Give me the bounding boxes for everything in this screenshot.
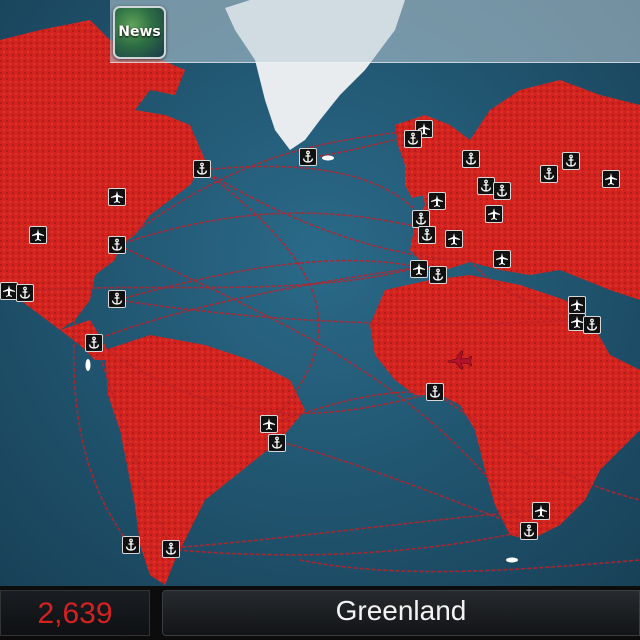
port-anchor-icon[interactable] (426, 383, 444, 401)
world-map[interactable] (0, 0, 640, 640)
country-panel[interactable]: Greenland (162, 590, 640, 636)
airport-icon[interactable] (445, 230, 463, 248)
port-anchor-icon[interactable] (562, 152, 580, 170)
port-anchor-icon[interactable] (268, 434, 286, 452)
port-anchor-icon[interactable] (193, 160, 211, 178)
port-anchor-icon[interactable] (16, 284, 34, 302)
port-anchor-icon[interactable] (108, 236, 126, 254)
news-label: News (118, 24, 161, 40)
dna-counter-panel[interactable]: 2,639 (0, 590, 150, 636)
ship (506, 557, 518, 563)
airport-icon[interactable] (602, 170, 620, 188)
port-anchor-icon[interactable] (85, 334, 103, 352)
port-anchor-icon[interactable] (520, 522, 538, 540)
news-button[interactable]: News (113, 6, 166, 59)
port-anchor-icon[interactable] (299, 148, 317, 166)
dna-counter: 2,639 (37, 597, 113, 630)
airport-icon[interactable] (485, 205, 503, 223)
port-anchor-icon[interactable] (122, 536, 140, 554)
ship (322, 155, 334, 161)
port-anchor-icon[interactable] (583, 316, 601, 334)
airport-icon[interactable] (410, 260, 428, 278)
port-anchor-icon[interactable] (162, 540, 180, 558)
port-anchor-icon[interactable] (108, 290, 126, 308)
game-view: News 2,639 Greenland (0, 0, 640, 640)
airport-icon[interactable] (568, 296, 586, 314)
infected-plane-icon (447, 350, 472, 370)
port-anchor-icon[interactable] (493, 182, 511, 200)
airport-icon[interactable] (29, 226, 47, 244)
port-anchor-icon[interactable] (540, 165, 558, 183)
port-anchor-icon[interactable] (429, 266, 447, 284)
airport-icon[interactable] (428, 192, 446, 210)
airport-icon[interactable] (108, 188, 126, 206)
airport-icon[interactable] (493, 250, 511, 268)
airport-icon[interactable] (532, 502, 550, 520)
port-anchor-icon[interactable] (404, 130, 422, 148)
ship (85, 359, 91, 371)
top-bar (110, 0, 640, 63)
port-anchor-icon[interactable] (418, 226, 436, 244)
port-anchor-icon[interactable] (462, 150, 480, 168)
airport-icon[interactable] (260, 415, 278, 433)
selected-country-name: Greenland (335, 595, 467, 626)
